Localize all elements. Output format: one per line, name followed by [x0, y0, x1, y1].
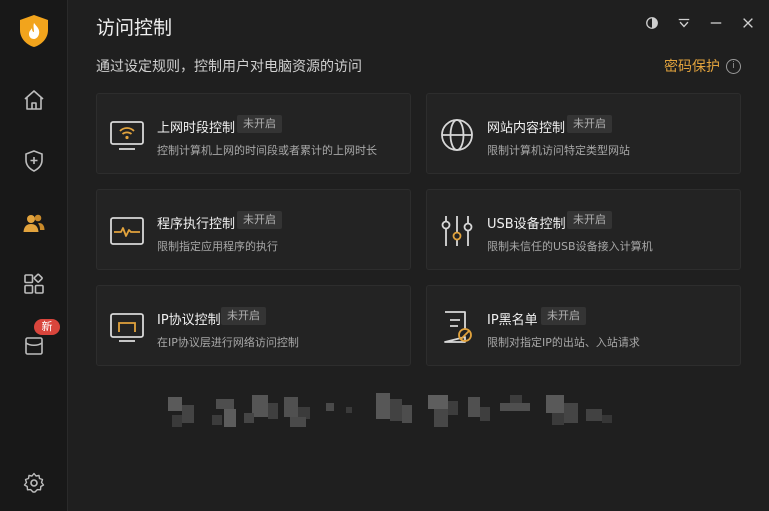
password-protect-label: 密码保护: [664, 59, 720, 75]
sidebar-item-toolbox[interactable]: 新: [0, 319, 67, 367]
card-title: USB设备控制: [487, 217, 566, 232]
status-badge: 未开启: [221, 307, 266, 325]
pulse-window-icon: [110, 217, 144, 245]
status-badge: 未开启: [237, 115, 282, 133]
shield-plus-icon: [24, 150, 43, 172]
users-icon: [23, 214, 44, 232]
password-protect-link[interactable]: 密码保护 i: [664, 56, 741, 76]
sidebar-item-access-control[interactable]: [0, 201, 67, 245]
card-website-control[interactable]: 网站内容控制 未开启 限制计算机访问特定类型网站: [426, 93, 741, 174]
card-description: 在IP协议层进行网络访问控制: [157, 336, 299, 349]
sidebar-item-settings[interactable]: [0, 461, 67, 505]
apps-icon: [23, 273, 44, 294]
card-title: IP黑名单: [487, 313, 538, 328]
sidebar-item-apps[interactable]: [0, 262, 67, 306]
minimize-button[interactable]: [707, 14, 725, 32]
close-icon: [743, 18, 753, 28]
card-title: 上网时段控制: [157, 121, 236, 136]
home-icon: [23, 90, 44, 110]
theme-button[interactable]: [643, 14, 661, 32]
status-badge: 未开启: [541, 307, 586, 325]
sidebar: 新: [0, 0, 68, 511]
card-description: 限制对指定IP的出站、入站请求: [487, 336, 640, 349]
monitor-icon: [110, 313, 144, 342]
page-title: 访问控制: [96, 17, 173, 39]
status-badge: 未开启: [567, 115, 612, 133]
card-description: 控制计算机上网的时间段或者累计的上网时长: [157, 144, 377, 157]
globe-icon: [441, 119, 473, 151]
card-description: 限制指定应用程序的执行: [157, 240, 278, 253]
info-icon[interactable]: i: [726, 58, 741, 74]
window-controls: [643, 14, 757, 32]
card-time-control[interactable]: 上网时段控制 未开启 控制计算机上网的时间段或者累计的上网时长: [96, 93, 411, 174]
pixelated-watermark: [168, 393, 612, 427]
status-badge: 未开启: [567, 211, 612, 229]
blocked-doc-icon: [444, 311, 472, 343]
app-logo-icon: [18, 14, 50, 48]
wifi-monitor-icon: [110, 121, 144, 150]
page-subtitle: 通过设定规则，控制用户对电脑资源的访问: [96, 59, 362, 75]
close-button[interactable]: [739, 14, 757, 32]
card-title: 网站内容控制: [487, 121, 566, 136]
sidebar-item-home[interactable]: [0, 78, 67, 122]
card-description: 限制计算机访问特定类型网站: [487, 144, 630, 157]
new-badge: 新: [34, 319, 60, 335]
card-ip-protocol-control[interactable]: IP协议控制 未开启 在IP协议层进行网络访问控制: [96, 285, 411, 366]
card-ip-blacklist[interactable]: IP黑名单 未开启 限制对指定IP的出站、入站请求: [426, 285, 741, 366]
settings-icon: [23, 472, 44, 493]
main-panel: 访问控制 通过设定规则，控制用户对电脑资源的访问 密码保护 i 上网时段控制 未…: [68, 0, 769, 511]
menu-button[interactable]: [675, 14, 693, 32]
status-badge: 未开启: [237, 211, 282, 229]
minimize-icon: [710, 22, 722, 24]
sidebar-item-protection[interactable]: [0, 139, 67, 183]
card-usb-control[interactable]: USB设备控制 未开启 限制未信任的USB设备接入计算机: [426, 189, 741, 270]
card-title: 程序执行控制: [157, 217, 236, 232]
menu-icon: [678, 18, 690, 28]
sliders-icon: [441, 216, 473, 246]
toolbox-icon: [24, 337, 43, 355]
card-title: IP协议控制: [157, 313, 221, 328]
card-program-control[interactable]: 程序执行控制 未开启 限制指定应用程序的执行: [96, 189, 411, 270]
card-description: 限制未信任的USB设备接入计算机: [487, 240, 653, 253]
theme-icon: [646, 17, 658, 29]
